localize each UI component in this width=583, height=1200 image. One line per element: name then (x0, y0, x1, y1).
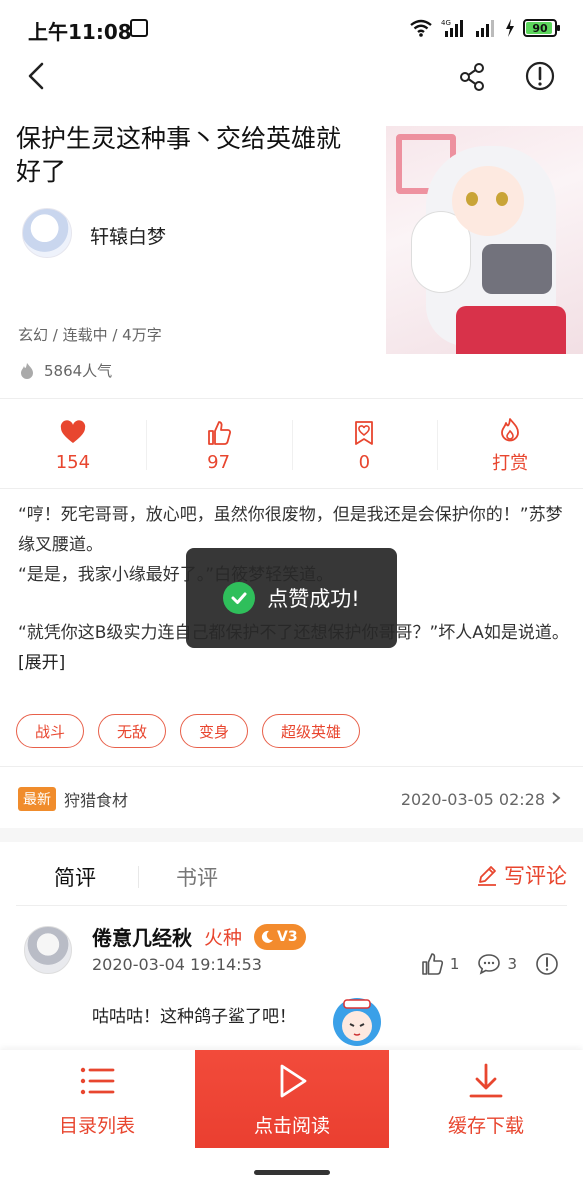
tag[interactable]: 超级英雄 (262, 714, 361, 748)
speech-bubble-icon (478, 954, 501, 975)
top-nav (0, 54, 583, 100)
tab-separator (138, 866, 139, 888)
latest-chapter-title: 狩猎食材 (64, 791, 129, 810)
notification-icon (130, 19, 148, 37)
commenter-avatar[interactable] (24, 926, 72, 974)
comment-reply-count: 3 (507, 955, 517, 973)
book-meta: 玄幻 / 连载中 / 4万字 (18, 326, 162, 344)
cover-shape (496, 192, 508, 206)
write-review-button[interactable]: 写评论 (476, 860, 567, 890)
tip-label: 打赏 (492, 453, 529, 474)
tab-book-review[interactable]: 书评 (176, 862, 218, 892)
status-time: 上午11:08 (28, 20, 132, 44)
flame-icon (21, 362, 33, 379)
comment-like-count: 1 (449, 955, 460, 973)
comment-like-button[interactable]: 1 (420, 952, 460, 976)
share-icon[interactable] (458, 62, 488, 92)
flame-icon (501, 418, 520, 442)
author-avatar[interactable] (22, 208, 72, 258)
comment-date: 2020-03-04 19:14:53 (92, 955, 262, 974)
stats-row: 154 97 0 打赏 (0, 406, 583, 486)
download-icon (469, 1063, 503, 1097)
list-icon (80, 1067, 115, 1094)
bottom-action-bar: 目录列表 点击阅读 缓存下载 (0, 1050, 583, 1200)
favorite-count: 154 (55, 451, 91, 473)
check-icon (223, 582, 256, 614)
read-button[interactable]: 点击阅读 (195, 1050, 389, 1148)
collect-count: 0 (358, 451, 371, 473)
signal-2-icon (476, 20, 494, 37)
cover-shape (482, 244, 552, 294)
report-icon[interactable] (524, 60, 556, 92)
write-review-label: 写评论 (504, 864, 567, 888)
report-icon[interactable] (535, 952, 559, 976)
download-label: 缓存下载 (447, 1114, 524, 1137)
toast-message: 点赞成功! (267, 587, 360, 611)
collect-button[interactable]: 0 (291, 406, 438, 486)
cover-shape (456, 306, 566, 354)
tag[interactable]: 变身 (180, 714, 249, 748)
tag[interactable]: 战斗 (16, 714, 85, 748)
commenter-role: 火种 (204, 927, 243, 949)
tag-list: 战斗 无敌 变身 超级英雄 (16, 714, 361, 748)
svg-text:4G: 4G (441, 19, 451, 27)
bookmark-heart-icon (355, 420, 374, 445)
section-separator (0, 828, 583, 842)
comment-reply-button[interactable]: 3 (477, 952, 517, 976)
status-icons: 4G 90 (409, 18, 560, 38)
tag[interactable]: 无敌 (98, 714, 167, 748)
download-button[interactable]: 缓存下载 (389, 1050, 583, 1148)
pencil-icon (478, 866, 496, 886)
divider (0, 398, 583, 399)
like-button[interactable]: 97 (145, 406, 292, 486)
cover-shape (466, 192, 478, 206)
commenter-info: 倦意几经秋 火种 V3 (92, 922, 306, 951)
back-arrow-icon[interactable] (22, 60, 54, 92)
battery-level: 90 (532, 21, 548, 35)
play-icon (280, 1064, 307, 1097)
chevron-right-icon (552, 792, 561, 804)
comment-actions: 1 3 (420, 952, 559, 976)
wifi-icon (410, 19, 432, 37)
thumbs-up-icon (207, 420, 231, 445)
thumbs-up-icon (422, 953, 444, 975)
charging-icon (506, 19, 514, 37)
tip-button[interactable]: 打赏 (437, 406, 583, 486)
review-tabs: 简评 书评 写评论 (0, 846, 583, 906)
heart-icon (60, 419, 86, 443)
signal-icon: 4G (441, 19, 463, 37)
book-cover[interactable] (386, 126, 583, 354)
popularity-text: 5864人气 (44, 362, 113, 380)
catalog-label: 目录列表 (58, 1114, 135, 1137)
home-indicator (254, 1170, 330, 1175)
battery-icon: 90 (523, 19, 560, 37)
divider (0, 488, 583, 489)
tab-short-review[interactable]: 简评 (54, 862, 96, 892)
divider (16, 905, 567, 906)
latest-chapter-date: 2020-03-05 02:28 (400, 789, 545, 809)
favorite-button[interactable]: 154 (0, 406, 146, 486)
level-badge: V3 (254, 923, 306, 950)
author-name[interactable]: 轩辕白梦 (90, 222, 166, 249)
catalog-button[interactable]: 目录列表 (0, 1050, 194, 1148)
popularity: 5864人气 (18, 360, 112, 381)
latest-badge: 最新 (18, 787, 56, 811)
book-title: 保护生灵这种事丶交给英雄就好了 (16, 124, 342, 186)
expand-link[interactable]: [展开] (18, 653, 65, 673)
read-label: 点击阅读 (253, 1114, 330, 1137)
commenter-name[interactable]: 倦意几经秋 (92, 922, 192, 951)
like-success-toast: 点赞成功! (186, 548, 397, 648)
comment-text: 咕咕咕！这种鸽子鲨了吧！ (92, 1007, 296, 1027)
moon-icon (261, 930, 274, 943)
divider (0, 766, 583, 767)
like-count: 97 (207, 451, 231, 473)
latest-chapter-row[interactable]: 最新 狩猎食材 2020-03-05 02:28 (0, 776, 583, 822)
sticker-image (333, 998, 381, 1046)
status-bar: 上午11:08 4G 90 (0, 0, 583, 54)
level-text: V3 (277, 928, 298, 945)
cover-shape (452, 166, 524, 236)
